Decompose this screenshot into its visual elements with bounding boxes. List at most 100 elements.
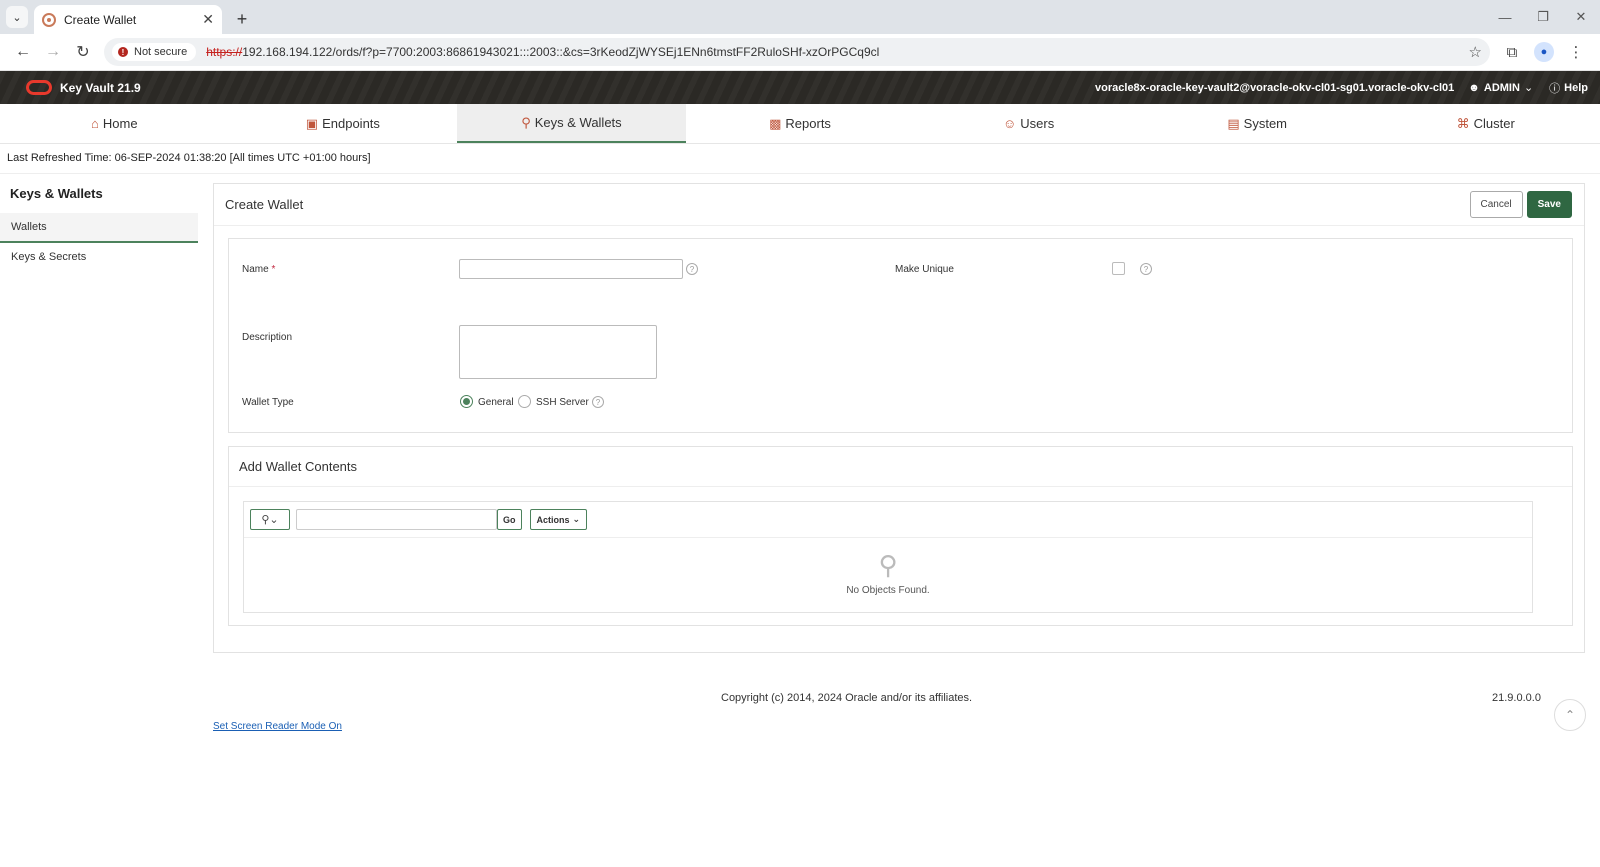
url-field[interactable]: ! Not secure https:// 192.168.194.122/or… [104, 38, 1490, 66]
save-button[interactable]: Save [1526, 191, 1572, 218]
search-icon: ⚲ [261, 514, 270, 526]
address-bar: ← → ↻ ! Not secure https:// 192.168.194.… [0, 34, 1600, 71]
help-link[interactable]: ⓘ Help [1549, 80, 1588, 96]
nav-keys-wallets[interactable]: ⚲ Keys & Wallets [457, 104, 686, 143]
close-tab-icon[interactable]: ✕ [202, 11, 214, 28]
warning-icon: ! [118, 47, 128, 57]
site-security-chip[interactable]: ! Not secure [112, 43, 197, 61]
home-icon: ⌂ [91, 116, 99, 131]
required-asterisk: * [271, 264, 276, 275]
wallet-type-general-label: General [478, 397, 514, 408]
oracle-logo-icon [26, 80, 52, 95]
monitor-icon: ▣ [305, 115, 319, 131]
nav-label: Home [102, 116, 138, 131]
nav-label: System [1243, 116, 1287, 131]
forward-icon[interactable]: → [38, 37, 68, 67]
reload-icon[interactable]: ↻ [68, 37, 98, 67]
name-help-icon[interactable]: ? [686, 263, 698, 275]
copyright-text: Copyright (c) 2014, 2024 Oracle and/or i… [721, 692, 973, 704]
nav-label: Cluster [1473, 116, 1515, 131]
browser-menu-icon[interactable]: ⋮ [1560, 37, 1592, 67]
description-label: Description [242, 332, 293, 343]
wallet-contents-title: Add Wallet Contents [229, 447, 1572, 487]
browser-tab[interactable]: Create Wallet ✕ [34, 5, 222, 34]
user-icon: ☻ [1468, 81, 1480, 94]
actions-label: Actions [536, 514, 570, 525]
help-label: Help [1564, 81, 1588, 94]
main-navigation: ⌂ Home ▣ Endpoints ⚲ Keys & Wallets ▩ Re… [0, 104, 1600, 144]
wallet-type-label: Wallet Type [242, 397, 294, 408]
cluster-icon: ⌘ [1456, 115, 1470, 131]
admin-label: ADMIN [1483, 81, 1520, 94]
tab-title: Create Wallet [64, 12, 137, 27]
nav-label: Reports [785, 116, 831, 131]
bookmark-star-icon[interactable]: ☆ [1469, 43, 1482, 61]
actions-menu-button[interactable]: Actions ⌄ [529, 509, 588, 530]
nav-endpoints[interactable]: ▣ Endpoints [229, 104, 458, 143]
nav-label: Endpoints [322, 116, 380, 131]
wallet-type-help-icon[interactable]: ? [592, 396, 604, 408]
make-unique-help-icon[interactable]: ? [1140, 263, 1152, 275]
screen-reader-mode-link[interactable]: Set Screen Reader Mode On [213, 721, 342, 732]
extensions-icon[interactable]: ⧉ [1496, 37, 1528, 67]
app-header: Key Vault 21.9 voracle8x-oracle-key-vaul… [0, 71, 1600, 104]
create-wallet-region: Create Wallet Cancel Save Name * ? Make … [213, 183, 1585, 653]
sidebar-item-wallets[interactable]: Wallets [0, 213, 198, 243]
chevron-down-icon: ⌄ [1523, 82, 1534, 94]
back-icon[interactable]: ← [8, 37, 38, 67]
nav-cluster[interactable]: ⌘ Cluster [1371, 104, 1600, 143]
wallet-contents-region: Add Wallet Contents ⚲ ⌄ Go Actions ⌄ ⚲ No… [228, 446, 1573, 626]
grid-toolbar: ⚲ ⌄ Go Actions ⌄ [244, 502, 1532, 538]
new-tab-button[interactable]: + [228, 5, 256, 33]
cancel-button[interactable]: Cancel [1469, 191, 1523, 218]
wallet-type-ssh-label: SSH Server [536, 397, 589, 408]
description-textarea[interactable] [459, 325, 657, 379]
browser-tab-strip: ⌄ Create Wallet ✕ + — ❐ ✕ [0, 0, 1600, 34]
system-icon: ▤ [1227, 115, 1240, 131]
chevron-down-icon: ⌄ [572, 514, 581, 524]
wallet-type-general-radio[interactable] [460, 395, 473, 408]
grid-search-input[interactable] [296, 509, 497, 530]
name-label: Name * [242, 264, 276, 275]
wallet-type-ssh-radio[interactable] [518, 395, 531, 408]
scroll-to-top-icon[interactable]: ⌃ [1554, 699, 1586, 731]
page-title: Create Wallet [225, 197, 304, 212]
last-refreshed-text: Last Refreshed Time: 06-SEP-2024 01:38:2… [0, 144, 1600, 174]
version-text: 21.9.0.0.0 [1492, 692, 1541, 704]
url-scheme: https:// [206, 45, 243, 59]
make-unique-checkbox[interactable] [1112, 262, 1125, 275]
empty-state: ⚲ No Objects Found. [244, 538, 1532, 598]
bar-chart-icon: ▩ [769, 115, 782, 131]
sidebar-title: Keys & Wallets [10, 186, 103, 201]
make-unique-label: Make Unique [895, 264, 954, 275]
nav-home[interactable]: ⌂ Home [0, 104, 229, 143]
window-controls: — ❐ ✕ [1486, 0, 1600, 34]
admin-menu[interactable]: ☻ ADMIN ⌄ [1468, 81, 1537, 95]
restore-icon[interactable]: ❐ [1524, 0, 1562, 34]
nav-label: Users [1020, 116, 1055, 131]
profile-avatar-icon[interactable]: ● [1534, 42, 1554, 62]
wallet-form: Name * ? Make Unique ? Description Walle… [228, 238, 1573, 433]
search-column-selector[interactable]: ⚲ ⌄ [250, 509, 290, 530]
wallet-contents-grid: ⚲ ⌄ Go Actions ⌄ ⚲ No Objects Found. [243, 501, 1533, 613]
url-text: 192.168.194.122/ords/f?p=7700:2003:86861… [242, 45, 880, 59]
nav-label: Keys & Wallets [534, 115, 622, 130]
minimize-icon[interactable]: — [1486, 0, 1524, 34]
sidebar-item-keys-secrets[interactable]: Keys & Secrets [0, 243, 198, 271]
nav-system[interactable]: ▤ System [1143, 104, 1372, 143]
help-circle-icon: ⓘ [1549, 82, 1561, 95]
nav-reports[interactable]: ▩ Reports [686, 104, 915, 143]
side-navigation: Keys & Wallets Wallets Keys & Secrets [0, 174, 198, 774]
user-host-label: voracle8x-oracle-key-vault2@voracle-okv-… [1095, 81, 1455, 94]
go-button[interactable]: Go [497, 509, 522, 530]
name-input[interactable] [459, 259, 683, 279]
users-icon: ☺ [1002, 116, 1017, 131]
no-objects-message: No Objects Found. [846, 585, 930, 596]
magnifier-icon: ⚲ [878, 550, 898, 580]
close-window-icon[interactable]: ✕ [1562, 0, 1600, 34]
nav-users[interactable]: ☺ Users [914, 104, 1143, 143]
key-icon: ⚲ [521, 114, 531, 130]
region-header: Create Wallet Cancel Save [214, 184, 1584, 226]
tab-search-button[interactable]: ⌄ [6, 6, 28, 28]
security-label: Not secure [134, 46, 188, 58]
